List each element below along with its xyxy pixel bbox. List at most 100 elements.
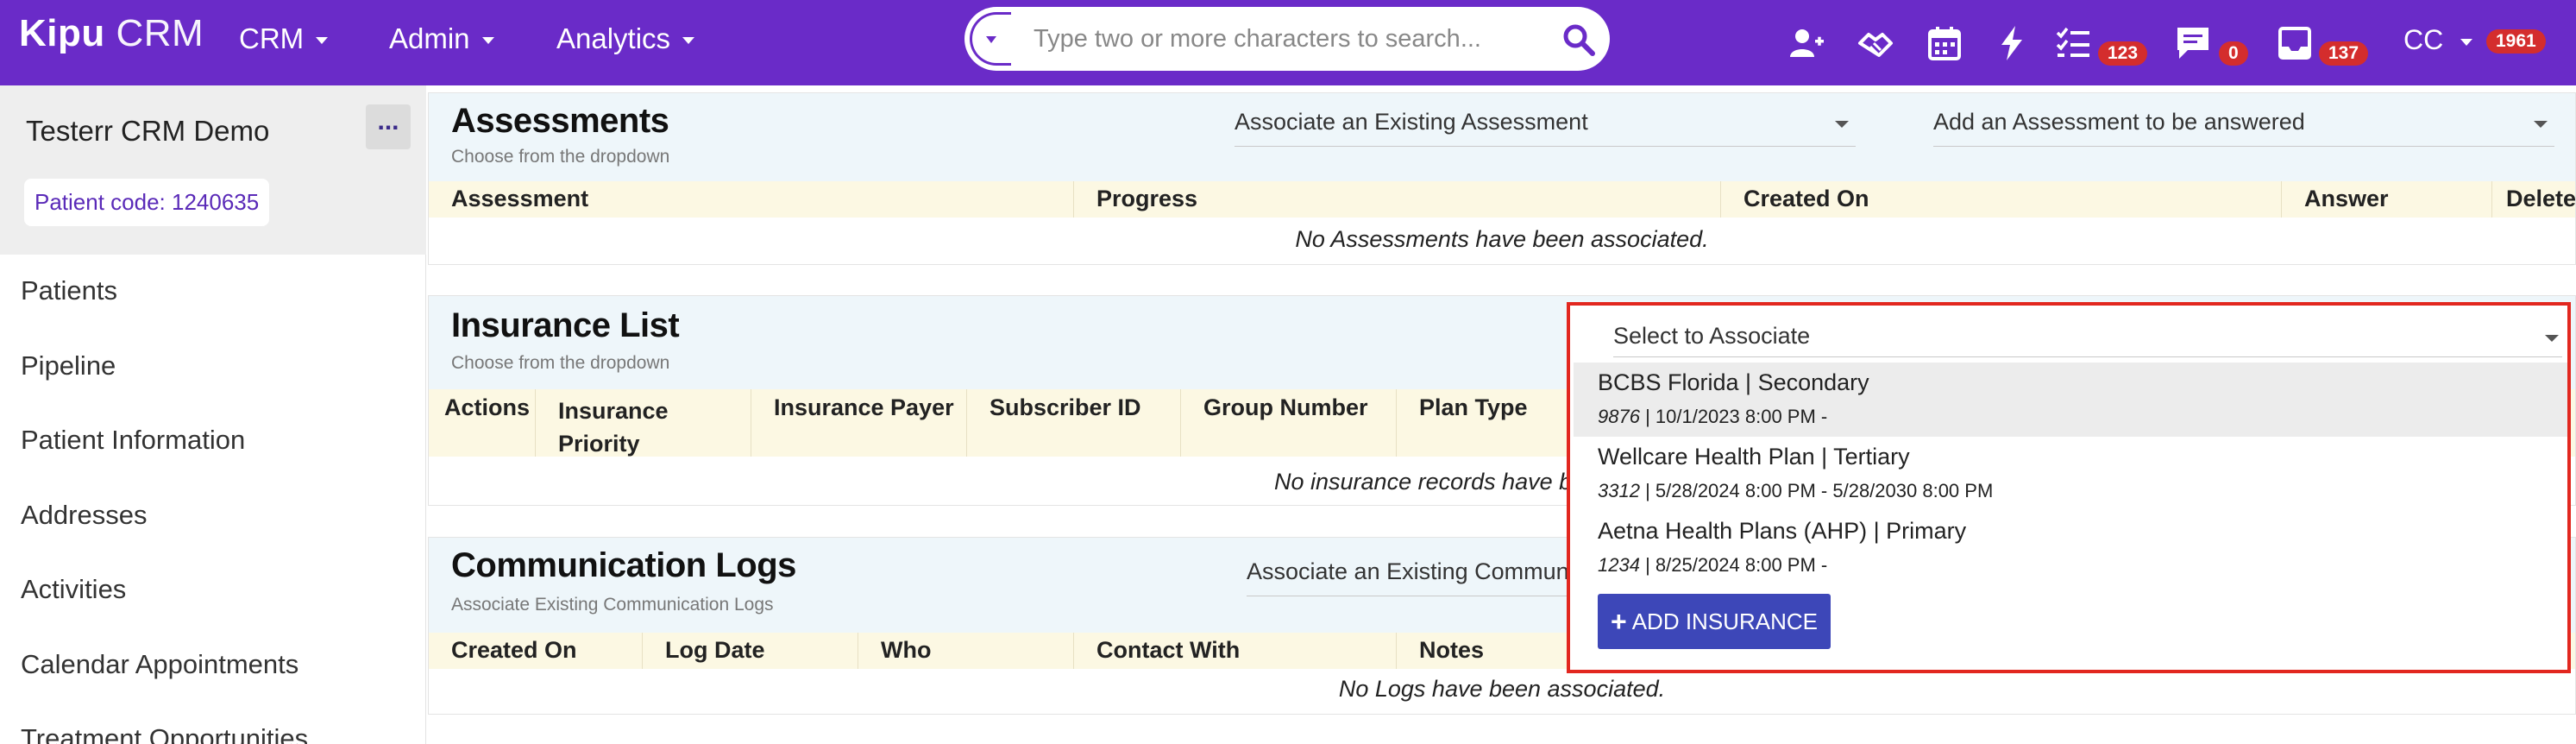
insurance-option-id: 3312: [1598, 480, 1640, 501]
more-options-button[interactable]: ...: [366, 104, 411, 149]
top-navbar: Kipu CRM CRM Admin Analytics 123: [0, 0, 2576, 85]
lightning-icon[interactable]: [1993, 24, 2031, 62]
chevron-down-icon: [2534, 121, 2548, 128]
crm-record-title: Testerr CRM Demo: [26, 115, 270, 147]
column-header[interactable]: Actions: [429, 389, 536, 457]
search-icon[interactable]: [1561, 22, 1596, 57]
chevron-down-icon: [316, 37, 329, 45]
nav-crm-label: CRM: [239, 22, 305, 54]
column-header[interactable]: Progress: [1074, 181, 1721, 218]
chevron-down-icon: [682, 37, 695, 45]
kipu-logo[interactable]: Kipu CRM: [19, 12, 204, 55]
add-assessment-label: Add an Assessment to be answered: [1933, 109, 2305, 135]
chevron-down-icon: [1835, 121, 1849, 128]
add-user-icon[interactable]: [1787, 24, 1825, 62]
logo-light-text: CRM: [116, 12, 204, 54]
checklist-icon[interactable]: [2055, 24, 2093, 62]
insurance-option-label: BCBS Florida | Secondary: [1598, 369, 1869, 395]
assessments-subtitle: Choose from the dropdown: [451, 147, 670, 167]
insurance-subtitle: Choose from the dropdown: [451, 353, 670, 373]
search-input[interactable]: [1034, 19, 1534, 59]
nav-admin-menu[interactable]: Admin: [389, 22, 494, 55]
messages-count-badge: 0: [2219, 41, 2248, 66]
insurance-option-details: 1234 | 8/25/2024 8:00 PM -: [1598, 554, 1827, 577]
insurance-option[interactable]: Wellcare Health Plan | Tertiary 3312 | 5…: [1574, 437, 2567, 511]
chevron-down-icon: [481, 37, 494, 45]
plus-icon: +: [1611, 605, 1627, 637]
user-menu[interactable]: CC: [2403, 24, 2473, 56]
sidebar-item-activities[interactable]: Activities: [21, 574, 126, 605]
inbox-icon[interactable]: [2276, 24, 2314, 62]
insurance-option-details: 9876 | 10/1/2023 8:00 PM -: [1598, 406, 1827, 428]
calendar-icon[interactable]: [1926, 24, 1963, 62]
communication-logs-empty-message: No Logs have been associated.: [1338, 676, 1666, 702]
insurance-option-label: Wellcare Health Plan | Tertiary: [1598, 444, 1910, 470]
column-header[interactable]: Insurance Priority: [536, 389, 751, 457]
associate-assessment-label: Associate an Existing Assessment: [1235, 109, 1588, 135]
communication-logs-subtitle: Associate Existing Communication Logs: [451, 595, 774, 615]
column-header[interactable]: Plan Type: [1397, 389, 1568, 457]
sidebar: Testerr CRM Demo ... Patient code: 12406…: [0, 85, 426, 744]
column-header[interactable]: Delete: [2492, 181, 2576, 218]
insurance-option[interactable]: BCBS Florida | Secondary 9876 | 10/1/202…: [1574, 363, 2567, 437]
column-header[interactable]: Log Date: [643, 633, 858, 669]
column-header[interactable]: Who: [858, 633, 1074, 669]
chevron-down-icon: [986, 36, 996, 43]
column-header[interactable]: Created On: [1721, 181, 2282, 218]
assessments-header: Assessments Choose from the dropdown Ass…: [429, 93, 2575, 181]
sidebar-item-patients[interactable]: Patients: [21, 275, 117, 306]
column-header[interactable]: Contact With: [1074, 633, 1397, 669]
insurance-option-details: 3312 | 5/28/2024 8:00 PM - 5/28/2030 8:0…: [1598, 480, 1993, 502]
insurance-empty-message: No insurance records have b: [1274, 469, 1573, 495]
assessments-title: Assessments: [451, 102, 669, 140]
nav-crm-menu[interactable]: CRM: [239, 22, 329, 55]
logo-bold-text: Kipu: [19, 12, 105, 54]
column-header[interactable]: Subscriber ID: [967, 389, 1181, 457]
select-placeholder: Select to Associate: [1613, 323, 1811, 349]
insurance-option-dates: | 10/1/2023 8:00 PM -: [1639, 406, 1828, 427]
sidebar-item-calendar-appointments[interactable]: Calendar Appointments: [21, 649, 298, 680]
user-notification-badge: 1961: [2486, 29, 2546, 54]
assessments-table-header: Assessment Progress Created On Answer De…: [429, 181, 2576, 218]
inbox-count-badge: 137: [2319, 41, 2369, 66]
sidebar-item-treatment-opportunities[interactable]: Treatment Opportunities: [21, 723, 308, 744]
column-header[interactable]: Created On: [429, 633, 643, 669]
insurance-associate-dropdown: Select to Associate BCBS Florida | Secon…: [1567, 302, 2571, 673]
nav-analytics-menu[interactable]: Analytics: [556, 22, 695, 55]
insurance-option-dates: | 8/25/2024 8:00 PM -: [1639, 554, 1828, 576]
column-header[interactable]: Assessment: [429, 181, 1074, 218]
insurance-associate-select[interactable]: Select to Associate: [1613, 323, 2562, 357]
communication-logs-title: Communication Logs: [451, 546, 796, 584]
assessments-panel: Assessments Choose from the dropdown Ass…: [428, 92, 2576, 265]
associate-assessment-select[interactable]: Associate an Existing Assessment: [1235, 109, 1856, 147]
add-insurance-button[interactable]: + ADD INSURANCE: [1598, 594, 1831, 649]
handshake-icon[interactable]: [1857, 24, 1894, 62]
search-scope-dropdown[interactable]: [970, 12, 1011, 66]
add-assessment-select[interactable]: Add an Assessment to be answered: [1933, 109, 2554, 147]
insurance-title: Insurance List: [451, 306, 680, 344]
column-header[interactable]: Group Number: [1181, 389, 1397, 457]
global-search: [964, 7, 1610, 71]
insurance-option-id: 9876: [1598, 406, 1640, 427]
nav-admin-label: Admin: [389, 22, 470, 54]
chevron-down-icon: [2545, 335, 2559, 342]
patient-code-badge: Patient code: 1240635: [24, 179, 270, 226]
chat-icon[interactable]: [2174, 24, 2212, 62]
column-header[interactable]: Insurance Payer: [751, 389, 967, 457]
tasks-count-badge: 123: [2098, 41, 2148, 66]
column-header[interactable]: Notes: [1397, 633, 1568, 669]
sidebar-item-patient-information[interactable]: Patient Information: [21, 425, 245, 456]
column-header[interactable]: Answer: [2282, 181, 2492, 218]
user-initials: CC: [2403, 24, 2444, 55]
insurance-option[interactable]: Aetna Health Plans (AHP) | Primary 1234 …: [1574, 511, 2567, 585]
sidebar-item-addresses[interactable]: Addresses: [21, 500, 147, 531]
nav-analytics-label: Analytics: [556, 22, 671, 54]
insurance-option-id: 1234: [1598, 554, 1640, 576]
assessments-empty-message: No Assessments have been associated.: [1295, 226, 1709, 252]
chevron-down-icon: [2460, 38, 2473, 46]
add-insurance-label: ADD INSURANCE: [1631, 608, 1818, 634]
sidebar-item-pipeline[interactable]: Pipeline: [21, 350, 116, 381]
associate-communication-label: Associate an Existing Commun: [1247, 558, 1569, 584]
sidebar-header: Testerr CRM Demo ... Patient code: 12406…: [0, 85, 426, 255]
insurance-option-label: Aetna Health Plans (AHP) | Primary: [1598, 518, 1967, 544]
